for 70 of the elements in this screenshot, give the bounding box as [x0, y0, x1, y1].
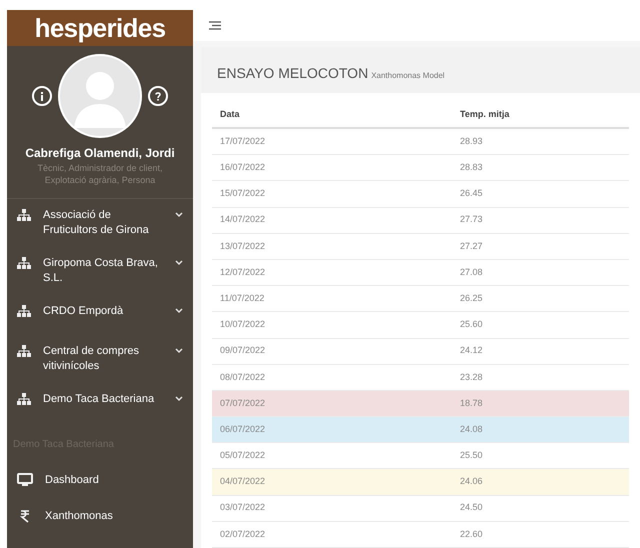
chevron-down-icon: [175, 396, 183, 402]
panel-title: ENSAYO MELOCOTON: [217, 64, 368, 83]
logo: hesperides: [34, 15, 166, 41]
table-cell-text: 16/07/2022: [219, 161, 266, 174]
table-cell-text: 04/07/2022: [219, 475, 266, 488]
table-cell-text: 05/07/2022: [219, 449, 266, 462]
table-cell-text: 24.50: [459, 501, 483, 514]
column-header: Temp. mitja: [459, 108, 510, 122]
monitor-icon: [17, 473, 33, 487]
table-cell-text: 10/07/2022: [219, 318, 266, 332]
question-icon: [155, 92, 161, 100]
sitemap-icon: [17, 305, 31, 317]
table-cell-text: 17/07/2022: [219, 134, 266, 148]
chevron-down-icon: [175, 308, 183, 314]
table-cell-text: 28.93: [459, 134, 483, 148]
help-button[interactable]: [148, 86, 168, 106]
table-cell-text: 08/07/2022: [219, 370, 266, 384]
sidebar-group[interactable]: Demo Taca Bacteriana: [7, 383, 193, 423]
nav-item[interactable]: Dashboard: [7, 462, 193, 498]
table-cell-text: 15/07/2022: [219, 187, 266, 200]
info-icon: [40, 92, 44, 100]
table-cell-text: 22.60: [459, 528, 483, 541]
table-cell-text: 03/07/2022: [219, 501, 266, 514]
sidebar-group[interactable]: Giropoma Costa Brava, S.L.: [7, 247, 193, 295]
table-cell-text: 27.08: [459, 266, 483, 279]
table-cell-text: 25.60: [459, 318, 483, 332]
table-cell-text: 06/07/2022: [219, 422, 266, 436]
table-cell-text: 28.83: [459, 161, 483, 174]
info-button[interactable]: [32, 86, 52, 106]
rupee-icon: [20, 510, 30, 522]
table-cell-text: 13/07/2022: [219, 240, 266, 253]
chevron-down-icon: [175, 260, 183, 266]
table-cell-text: 07/07/2022: [219, 396, 266, 410]
sidebar-group[interactable]: CRDO Empordà: [7, 295, 193, 335]
sitemap-icon: [17, 257, 31, 269]
table-cell-text: 11/07/2022: [219, 292, 266, 305]
column-header: Data: [219, 108, 241, 122]
table-cell-text: 27.73: [459, 213, 483, 226]
user-roles: Tècnic, Administrador de client, Explotació agrària, Persona: [36, 162, 164, 186]
table-cell-text: 27.27: [459, 240, 483, 253]
sitemap-icon: [17, 209, 31, 221]
sitemap-icon: [17, 345, 31, 357]
nav-item[interactable]: Xanthomonas: [7, 498, 193, 534]
table-cell-text: 24.06: [459, 475, 483, 488]
panel-subtitle: Xanthomonas Model: [371, 70, 445, 82]
user-name: Cabrefiga Olamendi, Jordi: [25, 145, 175, 162]
chevron-down-icon: [175, 212, 183, 218]
nav-label: Dashboard: [45, 472, 99, 488]
table-cell-text: 09/07/2022: [219, 344, 266, 358]
table-cell-text: 26.25: [459, 292, 483, 305]
table-cell-text: 18.78: [459, 396, 483, 410]
group-label: Demo Taca Bacteriana: [43, 392, 154, 407]
menu-icon[interactable]: [209, 21, 221, 30]
table-cell-text: 14/07/2022: [219, 213, 266, 226]
table-cell-text: 25.50: [459, 449, 483, 462]
group-label: CRDO Empordà: [43, 304, 124, 319]
nav-label: Xanthomonas: [45, 508, 113, 524]
sidebar-group[interactable]: Central de compres vitivinícoles: [7, 335, 193, 383]
group-label: Giropoma Costa Brava, S.L.: [43, 256, 159, 286]
table-cell-text: 24.12: [459, 344, 483, 358]
table-cell-text: 12/07/2022: [219, 266, 266, 279]
sidebar-group[interactable]: Associació de Fruticultors de Girona: [7, 199, 193, 247]
group-label: Associació de Fruticultors de Girona: [43, 208, 150, 238]
table-cell-text: 02/07/2022: [219, 528, 266, 541]
sitemap-icon: [17, 393, 31, 405]
group-label: Central de compres vitivinícoles: [43, 344, 140, 374]
table-cell-text: 23.28: [459, 370, 483, 384]
table-cell-text: 26.45: [459, 187, 483, 200]
table-cell-text: 24.08: [459, 422, 483, 436]
chevron-down-icon: [175, 348, 183, 354]
